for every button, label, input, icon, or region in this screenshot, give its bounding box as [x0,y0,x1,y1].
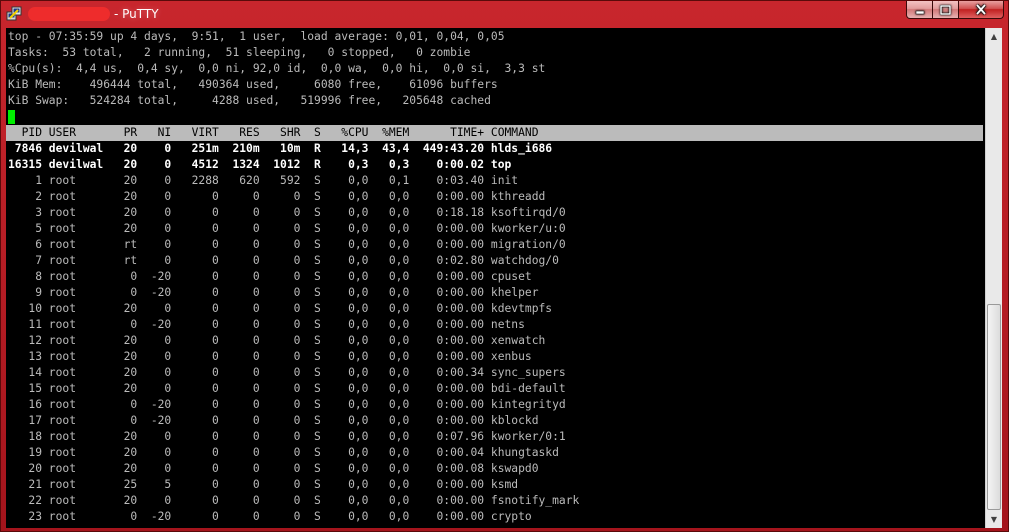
process-row: 22 root 20 0 0 0 0 S 0,0 0,0 0:00.00 fsn… [8,494,580,507]
close-button[interactable] [959,1,1004,19]
process-row: 7846 devilwal 20 0 251m 210m 10m R 14,3 … [8,142,553,155]
process-row: 11 root 0 -20 0 0 0 S 0,0 0,0 0:00.00 ne… [8,318,525,331]
maximize-button[interactable] [933,1,959,19]
scrollbar-thumb[interactable] [987,304,1001,510]
process-row: 18 root 20 0 0 0 0 S 0,0 0,0 0:07.96 kwo… [8,430,566,443]
process-row: 2 root 20 0 0 0 0 S 0,0 0,0 0:00.00 kthr… [8,190,546,203]
up-arrow-icon: ▲ [990,32,998,41]
process-row: 6 root rt 0 0 0 0 S 0,0 0,0 0:00.00 migr… [8,238,566,251]
redacted-hostname [28,7,110,21]
close-icon [975,4,987,15]
process-row: 19 root 20 0 0 0 0 S 0,0 0,0 0:00.04 khu… [8,446,559,459]
process-row: 14 root 20 0 0 0 0 S 0,0 0,0 0:00.34 syn… [8,366,566,379]
process-row: 1 root 20 0 2288 620 592 S 0,0 0,1 0:03.… [8,174,519,187]
vertical-scrollbar[interactable]: ▲ ▼ [985,28,1002,528]
minimize-icon [915,10,924,14]
putty-icon[interactable] [6,6,22,22]
process-row: 10 root 20 0 0 0 0 S 0,0 0,0 0:00.00 kde… [8,302,553,315]
window-title: - PuTTY [114,7,159,21]
putty-window: - PuTTY top - 07:35:59 up 4 days, 9:51, … [0,0,1009,532]
mem-line: KiB Mem: 496444 total, 490364 used, 6080… [8,78,498,91]
process-row: 21 root 25 5 0 0 0 S 0,0 0,0 0:00.00 ksm… [8,478,519,491]
process-row: 16315 devilwal 20 0 4512 1324 1012 R 0,3… [8,158,512,171]
column-header-bar: PID USER PR NI VIRT RES SHR S %CPU %MEM … [6,125,983,141]
down-arrow-icon: ▼ [990,515,998,524]
text-cursor [8,110,15,124]
maximize-icon [940,4,951,15]
process-row: 7 root rt 0 0 0 0 S 0,0 0,0 0:02.80 watc… [8,254,559,267]
terminal-screen[interactable]: top - 07:35:59 up 4 days, 9:51, 1 user, … [6,28,985,528]
caption-buttons [906,1,1004,20]
process-row: 16 root 0 -20 0 0 0 S 0,0 0,0 0:00.00 ki… [8,398,566,411]
process-row: 12 root 20 0 0 0 0 S 0,0 0,0 0:00.00 xen… [8,334,546,347]
uptime-line: top - 07:35:59 up 4 days, 9:51, 1 user, … [8,30,505,43]
process-row: 23 root 0 -20 0 0 0 S 0,0 0,0 0:00.00 cr… [8,510,532,523]
cpu-line: %Cpu(s): 4,4 us, 0,4 sy, 0,0 ni, 92,0 id… [8,62,546,75]
process-row: 5 root 20 0 0 0 0 S 0,0 0,0 0:00.00 kwor… [8,222,566,235]
process-row: 17 root 0 -20 0 0 0 S 0,0 0,0 0:00.00 kb… [8,414,539,427]
process-row: 9 root 0 -20 0 0 0 S 0,0 0,0 0:00.00 khe… [8,286,539,299]
scroll-up-button[interactable]: ▲ [986,28,1002,45]
process-row: 13 root 20 0 0 0 0 S 0,0 0,0 0:00.00 xen… [8,350,532,363]
process-row: 8 root 0 -20 0 0 0 S 0,0 0,0 0:00.00 cpu… [8,270,532,283]
title-bar[interactable]: - PuTTY [1,1,1008,27]
process-row: 15 root 20 0 0 0 0 S 0,0 0,0 0:00.00 bdi… [8,382,566,395]
column-header: PID USER PR NI VIRT RES SHR S %CPU %MEM … [8,126,539,139]
swap-line: KiB Swap: 524284 total, 4288 used, 51999… [8,94,491,107]
process-row: 3 root 20 0 0 0 0 S 0,0 0,0 0:18.18 ksof… [8,206,566,219]
process-row: 20 root 20 0 0 0 0 S 0,0 0,0 0:00.08 ksw… [8,462,539,475]
scroll-down-button[interactable]: ▼ [986,511,1002,528]
minimize-button[interactable] [906,1,933,19]
tasks-line: Tasks: 53 total, 2 running, 51 sleeping,… [8,46,471,59]
